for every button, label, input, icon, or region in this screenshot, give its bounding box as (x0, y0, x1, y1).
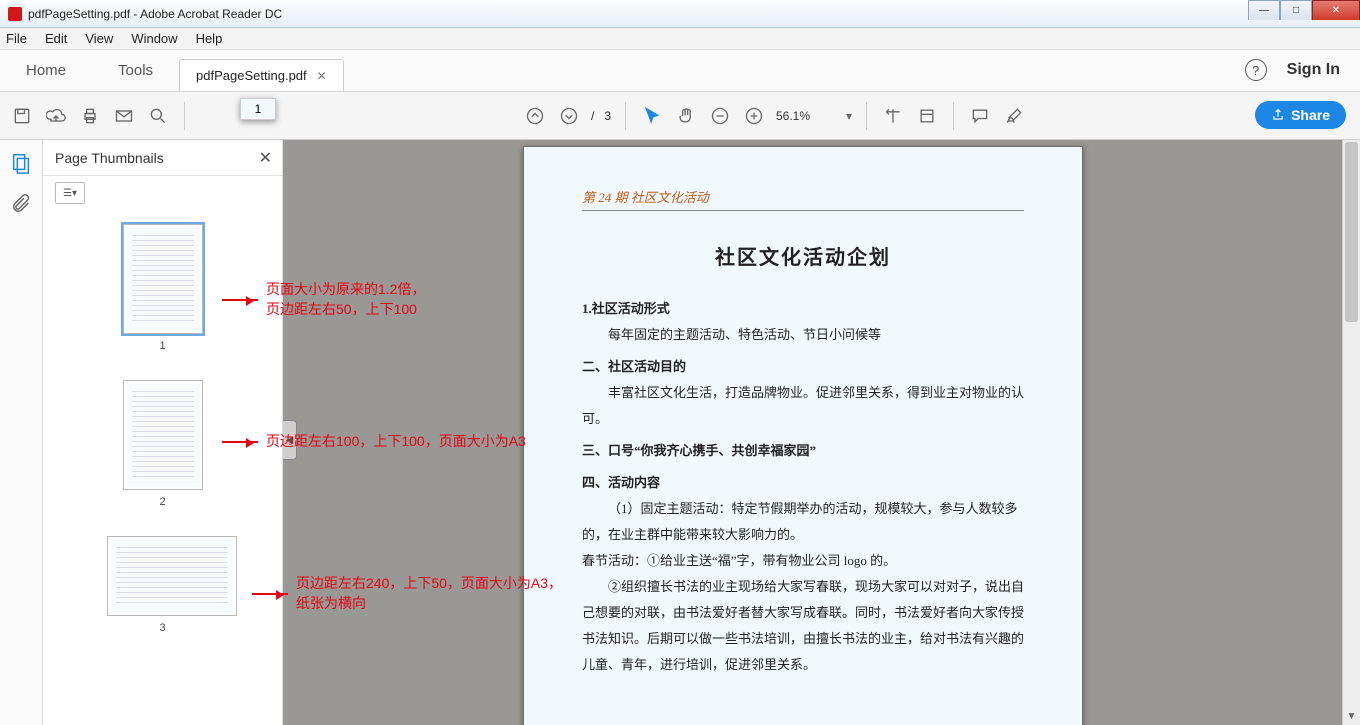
mail-icon[interactable] (112, 104, 136, 128)
window-titlebar: pdfPageSetting.pdf - Adobe Acrobat Reade… (0, 0, 1360, 28)
side-panel-title: Page Thumbnails (55, 150, 164, 166)
window-maximize-button[interactable]: □ (1280, 0, 1312, 20)
thumbnails-rail-icon[interactable] (10, 152, 32, 174)
arrow-icon (222, 441, 258, 443)
pdf-page-1: 第 24 期 社区文化活动 社区文化活动企划 1.社区活动形式 每年固定的主题活… (523, 146, 1083, 725)
tab-file[interactable]: pdfPageSetting.pdf ✕ (179, 59, 344, 91)
arrow-icon (222, 299, 258, 301)
tabbar: Home Tools pdfPageSetting.pdf ✕ ? Sign I… (0, 50, 1360, 92)
menu-help[interactable]: Help (196, 31, 223, 46)
zoom-value[interactable]: 56.1% (776, 109, 836, 123)
thumbnail-options-button[interactable]: ☰▾ (55, 182, 85, 204)
window-title: pdfPageSetting.pdf - Adobe Acrobat Reade… (28, 7, 282, 21)
arrow-icon (252, 593, 288, 595)
doc-p3: （1）固定主题活动：特定节假期举办的活动，规模较大，参与人数较多的，在业主群中能… (582, 496, 1024, 548)
main-toolbar: / 3 56.1%▾ Share (0, 92, 1360, 140)
doc-h3: 三、口号“你我齐心携手、共创幸福家园” (582, 438, 1024, 464)
doc-p2: 丰富社区文化生活，打造品牌物业。促进邻里关系，得到业主对物业的认可。 (582, 380, 1024, 432)
scroll-down-arrow-icon[interactable]: ▼ (1343, 707, 1360, 725)
left-rail (0, 140, 43, 725)
page-sep: / (591, 109, 594, 123)
help-icon[interactable]: ? (1245, 59, 1267, 81)
annotation-1: 页面大小为原来的1.2倍，页边距左右50，上下100 (222, 280, 425, 319)
page-down-icon[interactable] (557, 104, 581, 128)
tab-home[interactable]: Home (0, 49, 92, 91)
menu-edit[interactable]: Edit (45, 31, 67, 46)
doc-p5: ②组织擅长书法的业主现场给大家写春联，现场大家可以对对子，说出自己想要的对联，由… (582, 574, 1024, 678)
print-icon[interactable] (78, 104, 102, 128)
scrollbar-thumb[interactable] (1345, 142, 1358, 322)
doc-h1: 1.社区活动形式 (582, 296, 1024, 322)
annotation-3: 页边距左右240，上下50，页面大小为A3，纸张为横向 (252, 574, 562, 613)
cloud-upload-icon[interactable] (44, 104, 68, 128)
page-total: 3 (604, 109, 611, 123)
menubar: File Edit View Window Help (0, 28, 1360, 50)
tab-file-label: pdfPageSetting.pdf (196, 68, 307, 83)
search-icon[interactable] (146, 104, 170, 128)
comment-icon[interactable] (968, 104, 992, 128)
doc-h4: 四、活动内容 (582, 470, 1024, 496)
pointer-icon[interactable] (640, 104, 664, 128)
menu-window[interactable]: Window (131, 31, 177, 46)
doc-h2: 二、社区活动目的 (582, 354, 1024, 380)
share-label: Share (1291, 107, 1330, 123)
window-minimize-button[interactable]: — (1248, 0, 1280, 20)
window-close-button[interactable]: ✕ (1312, 0, 1360, 20)
hand-icon[interactable] (674, 104, 698, 128)
page-up-icon[interactable] (523, 104, 547, 128)
save-icon[interactable] (10, 104, 34, 128)
app-icon (8, 7, 22, 21)
doc-p1: 每年固定的主题活动、特色活动、节日小问候等 (582, 322, 1024, 348)
menu-file[interactable]: File (6, 31, 27, 46)
doc-title: 社区文化活动企划 (582, 241, 1024, 270)
fit-width-icon[interactable] (881, 104, 905, 128)
side-panel-close-icon[interactable]: ✕ (259, 148, 272, 168)
doc-p4: 春节活动：①给业主送“福”字，带有物业公司 logo 的。 (582, 548, 1024, 574)
sign-icon[interactable] (1002, 104, 1026, 128)
doc-banner: 第 24 期 社区文化活动 (582, 187, 1024, 211)
share-button[interactable]: Share (1255, 101, 1346, 129)
attachment-rail-icon[interactable] (10, 192, 32, 214)
menu-view[interactable]: View (85, 31, 113, 46)
thumbnail-3[interactable]: 3 (43, 536, 282, 634)
vertical-scrollbar[interactable]: ▲ ▼ (1342, 140, 1360, 725)
fit-page-icon[interactable] (915, 104, 939, 128)
signin-button[interactable]: Sign In (1287, 61, 1340, 79)
zoom-out-icon[interactable] (708, 104, 732, 128)
tab-file-close-icon[interactable]: ✕ (317, 69, 327, 83)
tab-tools[interactable]: Tools (92, 49, 179, 91)
zoom-in-icon[interactable] (742, 104, 766, 128)
annotation-2: 页边距左右100，上下100，页面大小为A3 (222, 432, 526, 452)
page-number-input[interactable] (240, 98, 276, 120)
